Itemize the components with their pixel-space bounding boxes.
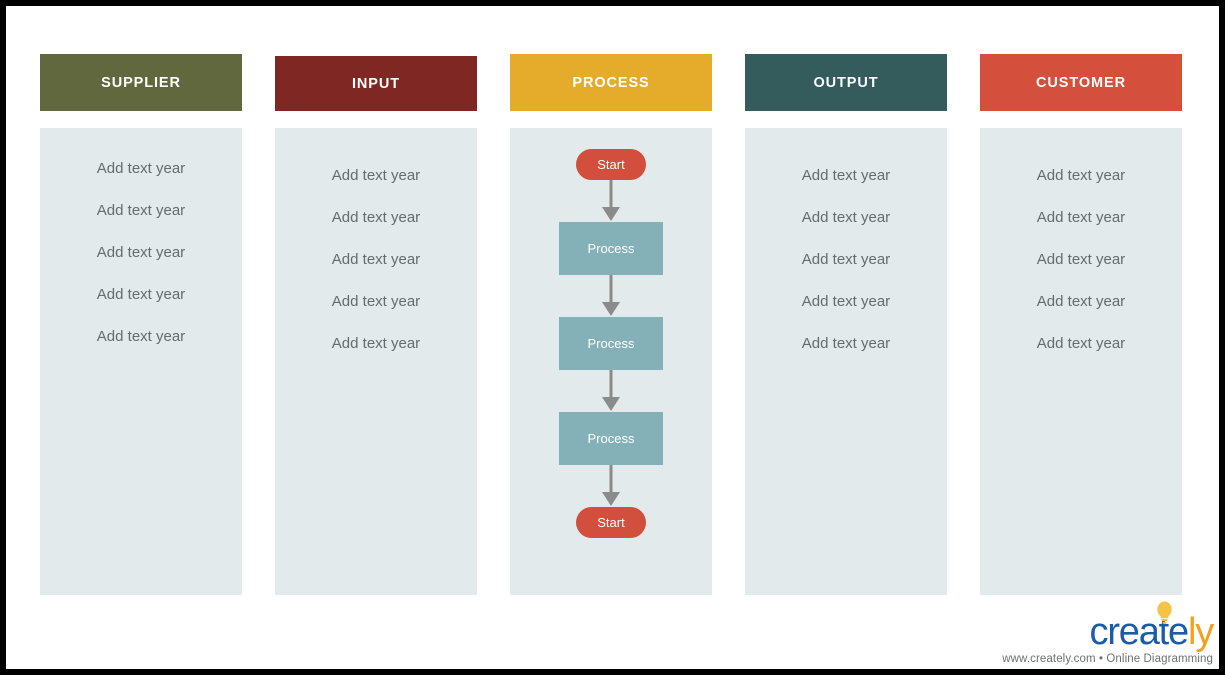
logo-text-create: create bbox=[1089, 611, 1190, 653]
list-item[interactable]: Add text year bbox=[332, 168, 420, 183]
column-item-list-output: Add text year Add text year Add text yea… bbox=[745, 128, 947, 378]
flow-node-process-1[interactable]: Process bbox=[559, 222, 663, 275]
list-item[interactable]: Add text year bbox=[332, 210, 420, 225]
flow-arrow-icon bbox=[602, 275, 620, 317]
column-item-list-input: Add text year Add text year Add text yea… bbox=[275, 128, 477, 378]
list-item[interactable]: Add text year bbox=[802, 294, 890, 309]
lightbulb-icon bbox=[1157, 601, 1172, 624]
sipoc-column-customer[interactable]: CUSTOMER Add text year Add text year Add… bbox=[980, 54, 1182, 595]
column-body-output: Add text year Add text year Add text yea… bbox=[745, 128, 947, 595]
logo-text-ly: ly bbox=[1187, 611, 1214, 653]
list-item[interactable]: Add text year bbox=[97, 329, 185, 344]
list-item[interactable]: Add text year bbox=[802, 210, 890, 225]
process-flowchart: Start Process Process Process Start bbox=[510, 128, 712, 595]
column-body-process: Start Process Process Process Start bbox=[510, 128, 712, 595]
column-header-input[interactable]: INPUT bbox=[275, 56, 477, 111]
list-item[interactable]: Add text year bbox=[97, 161, 185, 176]
column-item-list-customer: Add text year Add text year Add text yea… bbox=[980, 128, 1182, 378]
sipoc-column-input[interactable]: INPUT Add text year Add text year Add te… bbox=[275, 54, 477, 595]
creately-logo[interactable]: creately bbox=[1089, 601, 1214, 653]
flow-node-start-top[interactable]: Start bbox=[576, 149, 646, 180]
flow-arrow-icon bbox=[602, 370, 620, 412]
column-body-input: Add text year Add text year Add text yea… bbox=[275, 128, 477, 595]
diagram-canvas: SUPPLIER Add text year Add text year Add… bbox=[6, 6, 1219, 669]
list-item[interactable]: Add text year bbox=[97, 245, 185, 260]
column-body-customer: Add text year Add text year Add text yea… bbox=[980, 128, 1182, 595]
flow-node-start-bottom[interactable]: Start bbox=[576, 507, 646, 538]
list-item[interactable]: Add text year bbox=[802, 252, 890, 267]
sipoc-column-output[interactable]: OUTPUT Add text year Add text year Add t… bbox=[745, 54, 947, 595]
list-item[interactable]: Add text year bbox=[1037, 336, 1125, 351]
list-item[interactable]: Add text year bbox=[97, 203, 185, 218]
list-item[interactable]: Add text year bbox=[332, 336, 420, 351]
flow-node-process-3[interactable]: Process bbox=[559, 412, 663, 465]
column-header-supplier[interactable]: SUPPLIER bbox=[40, 54, 242, 111]
column-body-supplier: Add text year Add text year Add text yea… bbox=[40, 128, 242, 595]
flow-node-process-2[interactable]: Process bbox=[559, 317, 663, 370]
list-item[interactable]: Add text year bbox=[1037, 210, 1125, 225]
column-header-output[interactable]: OUTPUT bbox=[745, 54, 947, 111]
sipoc-column-process[interactable]: PROCESS Start Process Process Process St… bbox=[510, 54, 712, 595]
footer-tagline: www.creately.com • Online Diagramming bbox=[1002, 653, 1213, 665]
column-header-customer[interactable]: CUSTOMER bbox=[980, 54, 1182, 111]
list-item[interactable]: Add text year bbox=[1037, 252, 1125, 267]
flow-arrow-icon bbox=[602, 180, 620, 222]
flow-arrow-icon bbox=[602, 465, 620, 507]
column-header-process[interactable]: PROCESS bbox=[510, 54, 712, 111]
list-item[interactable]: Add text year bbox=[332, 294, 420, 309]
sipoc-columns: SUPPLIER Add text year Add text year Add… bbox=[6, 6, 1219, 669]
sipoc-column-supplier[interactable]: SUPPLIER Add text year Add text year Add… bbox=[40, 54, 242, 595]
list-item[interactable]: Add text year bbox=[802, 336, 890, 351]
list-item[interactable]: Add text year bbox=[1037, 294, 1125, 309]
column-item-list-supplier: Add text year Add text year Add text yea… bbox=[40, 128, 242, 371]
list-item[interactable]: Add text year bbox=[332, 252, 420, 267]
list-item[interactable]: Add text year bbox=[802, 168, 890, 183]
list-item[interactable]: Add text year bbox=[1037, 168, 1125, 183]
list-item[interactable]: Add text year bbox=[97, 287, 185, 302]
creately-branding[interactable]: creately www.creately.com • Online Diagr… bbox=[1002, 601, 1214, 665]
